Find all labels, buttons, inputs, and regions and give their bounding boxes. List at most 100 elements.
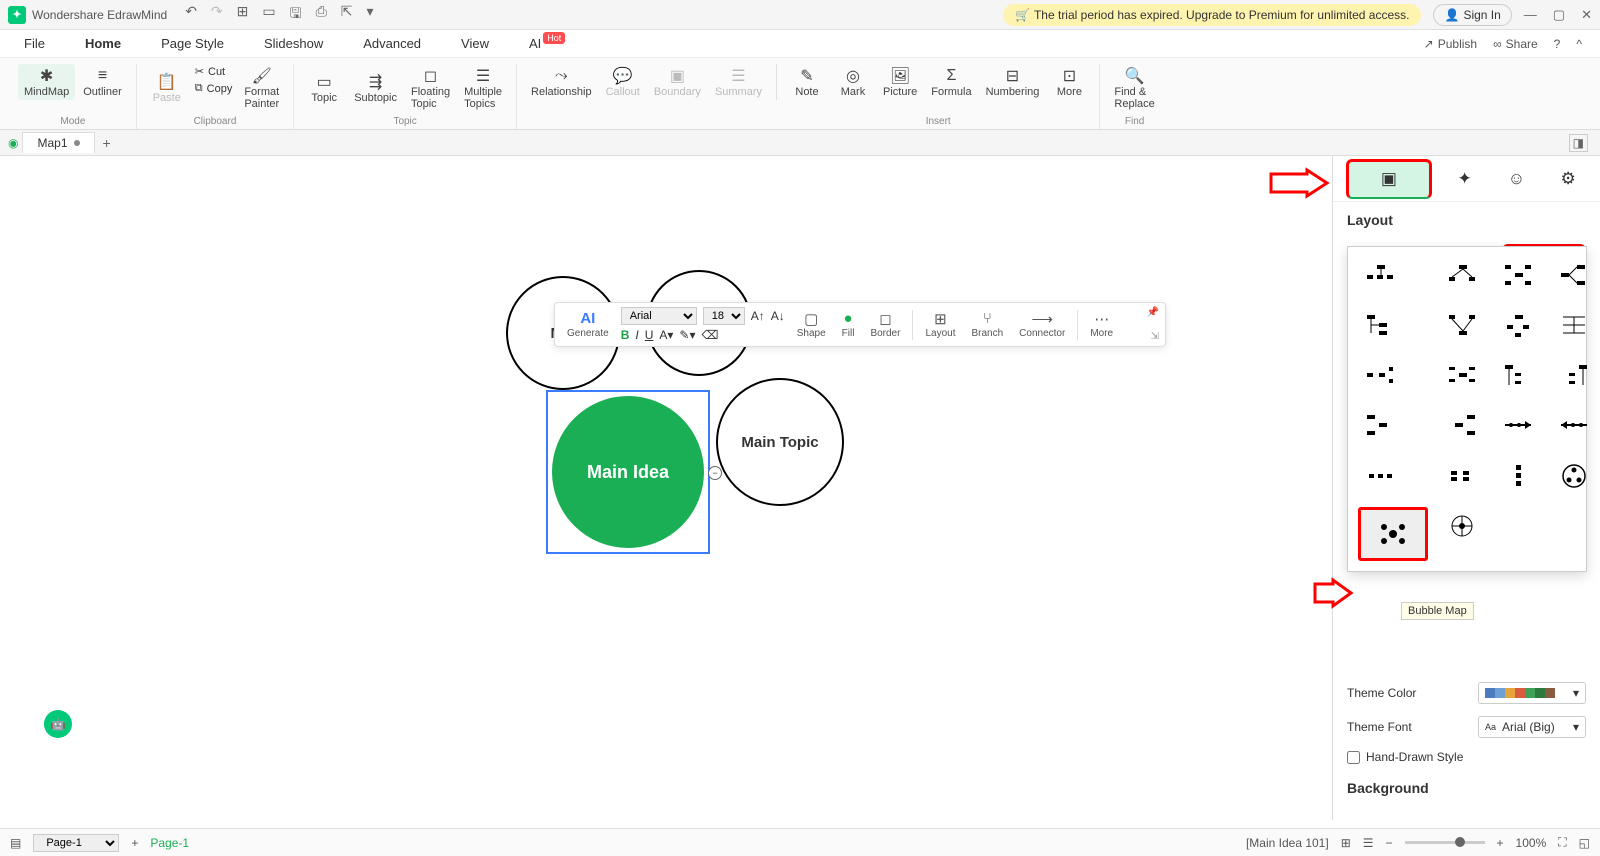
layout-opt-20[interactable] — [1552, 457, 1596, 495]
publish-button[interactable]: ↗Publish — [1424, 37, 1477, 51]
side-tab-settings[interactable]: ⚙ — [1549, 162, 1587, 196]
close-icon[interactable]: ✕ — [1581, 7, 1592, 23]
hand-drawn-input[interactable] — [1347, 751, 1360, 764]
layout-opt-12[interactable] — [1552, 357, 1596, 395]
mark-button[interactable]: ◎Mark — [831, 64, 875, 100]
trial-banner[interactable]: 🛒 The trial period has expired. Upgrade … — [1003, 4, 1421, 26]
cut-button[interactable]: ✂Cut — [191, 64, 237, 79]
print-icon[interactable]: ⎙ — [316, 3, 327, 27]
layout-opt-3[interactable] — [1496, 257, 1540, 295]
main-idea-bubble[interactable]: Main Idea — [552, 396, 704, 548]
fullscreen-icon[interactable]: ⛶ — [1558, 835, 1566, 850]
share-button[interactable]: ∞Share — [1493, 37, 1538, 51]
signin-button[interactable]: 👤 Sign In — [1433, 4, 1511, 26]
connector-button[interactable]: ⟶Connector — [1015, 310, 1069, 339]
redo-icon[interactable]: ↷ — [211, 3, 223, 27]
layout-opt-11[interactable] — [1496, 357, 1540, 395]
note-button[interactable]: ✎Note — [785, 64, 829, 100]
outline-view-icon[interactable]: ▤ — [10, 836, 21, 850]
theme-font-select[interactable]: Aa Arial (Big) ▾ — [1478, 716, 1586, 738]
grid-view-icon[interactable]: ⊞ — [1341, 836, 1351, 850]
subtopic-button[interactable]: ⇶Subtopic — [348, 64, 403, 112]
menu-ai[interactable]: AI Hot — [523, 32, 571, 55]
highlight-button[interactable]: ✎▾ — [679, 328, 695, 342]
layout-opt-14[interactable] — [1440, 407, 1484, 445]
outliner-button[interactable]: ≡Outliner — [77, 64, 128, 100]
collapse-ribbon-icon[interactable]: ^ — [1576, 37, 1582, 51]
list-view-icon[interactable]: ☰ — [1363, 836, 1374, 850]
layout-opt-17[interactable] — [1358, 457, 1402, 495]
layout-opt-16[interactable] — [1552, 407, 1596, 445]
layout-opt-18[interactable] — [1440, 457, 1484, 495]
undo-icon[interactable]: ↶ — [185, 3, 197, 27]
layout-opt-5[interactable] — [1358, 307, 1402, 345]
picture-button[interactable]: 🖼Picture — [877, 64, 923, 100]
layout-opt-bubble-map[interactable] — [1358, 507, 1428, 561]
save-icon[interactable]: 🖫 — [290, 3, 302, 27]
menu-home[interactable]: Home — [79, 32, 127, 55]
collapse-handle-icon[interactable]: − — [708, 466, 722, 480]
font-color-button[interactable]: A▾ — [659, 328, 673, 342]
pin-icon[interactable]: 📌 — [1147, 307, 1159, 318]
bold-button[interactable]: B — [621, 328, 630, 342]
layout-opt-7[interactable] — [1496, 307, 1540, 345]
layout-opt-6[interactable] — [1440, 307, 1484, 345]
zoom-slider[interactable] — [1405, 841, 1485, 844]
zoom-thumb[interactable] — [1455, 837, 1465, 847]
floating-topic-button[interactable]: ◻Floating Topic — [405, 64, 456, 112]
mindmap-button[interactable]: ✱MindMap — [18, 64, 75, 100]
toggle-panel-icon[interactable]: ◨ — [1569, 134, 1588, 152]
find-replace-button[interactable]: 🔍Find & Replace — [1108, 64, 1160, 112]
summary-button[interactable]: ☰Summary — [709, 64, 768, 100]
float-more-button[interactable]: ⋯More — [1086, 310, 1117, 339]
layout-opt-15[interactable] — [1496, 407, 1540, 445]
dropdown-icon[interactable]: ▾ — [367, 3, 374, 27]
assistant-button[interactable]: 🤖 — [44, 710, 72, 738]
hand-drawn-checkbox[interactable]: Hand-Drawn Style — [1347, 750, 1463, 764]
expand-icon[interactable]: ⇲ — [1151, 331, 1159, 342]
callout-button[interactable]: 💬Callout — [600, 64, 646, 100]
canvas[interactable]: Mai Main Topic Main Idea − AI Generate A… — [0, 156, 1332, 820]
numbering-button[interactable]: ⊟Numbering — [980, 64, 1046, 100]
clear-format-button[interactable]: ⌫ — [702, 328, 719, 342]
increase-font-icon[interactable]: A↑ — [751, 309, 765, 323]
layout-opt-8[interactable] — [1552, 307, 1596, 345]
multiple-topics-button[interactable]: ☰Multiple Topics — [458, 64, 508, 112]
menu-file[interactable]: File — [18, 32, 51, 55]
layout-opt-9[interactable] — [1358, 357, 1402, 395]
menu-slideshow[interactable]: Slideshow — [258, 32, 329, 55]
help-icon[interactable]: ? — [1554, 37, 1561, 51]
layout-opt-13[interactable] — [1358, 407, 1402, 445]
maximize-icon[interactable]: ▢ — [1553, 7, 1565, 23]
page-tab[interactable]: Page-1 — [150, 836, 189, 850]
shape-button[interactable]: ▢Shape — [793, 310, 830, 339]
decrease-font-icon[interactable]: A↓ — [771, 309, 785, 323]
doc-tab[interactable]: Map1 — [22, 132, 94, 153]
side-tab-style[interactable]: ✦ — [1446, 162, 1484, 196]
italic-button[interactable]: I — [635, 328, 638, 342]
layout-opt-22[interactable] — [1440, 507, 1484, 545]
layout-opt-2[interactable] — [1440, 257, 1484, 295]
more-button[interactable]: ⊡More — [1047, 64, 1091, 100]
underline-button[interactable]: U — [645, 328, 654, 342]
ai-generate-button[interactable]: AI Generate — [563, 310, 613, 339]
formula-button[interactable]: ΣFormula — [925, 64, 977, 100]
menu-advanced[interactable]: Advanced — [357, 32, 427, 55]
page-select[interactable]: Page-1 — [33, 834, 119, 852]
fit-icon[interactable]: ◱ — [1579, 836, 1590, 850]
border-button[interactable]: ◻Border — [866, 310, 904, 339]
zoom-out-button[interactable]: − — [1386, 836, 1393, 850]
zoom-in-button[interactable]: + — [1497, 836, 1504, 850]
open-icon[interactable]: ▭ — [262, 3, 275, 27]
menu-view[interactable]: View — [455, 32, 495, 55]
topic-bubble-3[interactable]: Main Topic — [716, 378, 844, 506]
new-icon[interactable]: ⊞ — [237, 3, 249, 27]
minimize-icon[interactable]: — — [1524, 7, 1537, 23]
relationship-button[interactable]: ⤳Relationship — [525, 64, 598, 100]
topic-button[interactable]: ▭Topic — [302, 64, 346, 112]
menu-page-style[interactable]: Page Style — [155, 32, 230, 55]
layout-opt-1[interactable] — [1358, 257, 1402, 295]
layout-button[interactable]: ⊞Layout — [921, 310, 959, 339]
layout-opt-19[interactable] — [1496, 457, 1540, 495]
layout-opt-4[interactable] — [1552, 257, 1596, 295]
